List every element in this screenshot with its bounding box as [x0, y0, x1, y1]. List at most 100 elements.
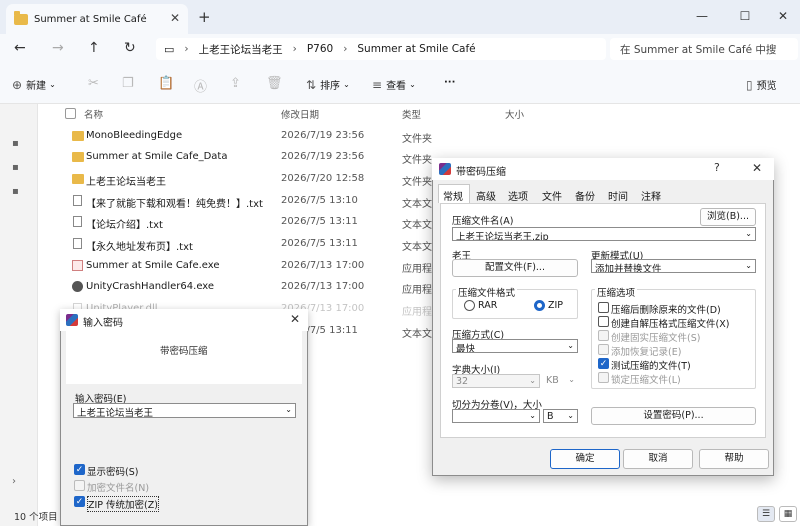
- lock-archive-checkbox[interactable]: [598, 372, 609, 383]
- paste-icon[interactable]: 📋: [158, 76, 174, 91]
- tab-backup[interactable]: 备份: [575, 188, 595, 203]
- select-all-checkbox[interactable]: [65, 108, 76, 119]
- encrypt-filenames-checkbox[interactable]: [74, 480, 85, 491]
- cut-icon[interactable]: ✂: [88, 76, 99, 91]
- folder-icon: [14, 10, 28, 25]
- more-options-button[interactable]: ···: [444, 77, 455, 88]
- new-label: 新建: [26, 81, 47, 92]
- split-unit-select[interactable]: B ⌄: [543, 409, 578, 423]
- refresh-icon[interactable]: ↻: [124, 40, 136, 56]
- tab-summer-at-smile-cafe[interactable]: Summer at Smile Café ✕: [6, 4, 188, 34]
- dictionary-unit-select[interactable]: KB ⌄: [543, 374, 578, 388]
- update-mode-value: 添加并替换文件: [595, 264, 662, 273]
- zip-legacy-encryption-checkbox[interactable]: ✓: [74, 496, 85, 507]
- close-tab-icon[interactable]: ✕: [170, 11, 180, 25]
- file-date: 2026/7/5 13:11: [281, 216, 358, 227]
- breadcrumb-item[interactable]: 上老王论坛当老王: [199, 42, 283, 57]
- close-icon[interactable]: ✕: [290, 312, 300, 326]
- help-icon[interactable]: ?: [714, 161, 720, 174]
- delete-icon[interactable]: 🗑: [266, 76, 283, 91]
- dictionary-size-value: 32: [456, 376, 469, 387]
- chevron-down-icon[interactable]: ⌄: [529, 376, 536, 385]
- password-input[interactable]: 上老王论坛当老王 ⌄: [73, 403, 296, 419]
- help-button[interactable]: 帮助: [699, 449, 769, 469]
- minimize-icon[interactable]: —: [692, 6, 712, 26]
- ok-button[interactable]: 确定: [550, 449, 620, 469]
- tab-options[interactable]: 选项: [508, 188, 528, 203]
- chevron-down-icon[interactable]: ⌄: [567, 411, 574, 420]
- recovery-record-label: 添加恢复记录(E): [611, 347, 682, 358]
- new-button[interactable]: ⊕ 新建 ⌄: [12, 77, 56, 93]
- tab-time[interactable]: 时间: [608, 188, 628, 203]
- address-bar[interactable]: ▭ › 上老王论坛当老王 › P760 › Summer at Smile Ca…: [156, 38, 606, 60]
- dictionary-unit-value: KB: [546, 375, 559, 386]
- split-volumes-input[interactable]: ⌄: [452, 409, 540, 423]
- close-window-icon[interactable]: ✕: [773, 6, 793, 26]
- chevron-down-icon[interactable]: ⌄: [529, 411, 536, 420]
- forward-arrow-icon[interactable]: →: [52, 40, 64, 56]
- back-arrow-icon[interactable]: ←: [14, 40, 26, 56]
- archive-name-input[interactable]: 上老王论坛当老王.zip ⌄: [452, 227, 756, 241]
- test-archived-checkbox[interactable]: ✓: [598, 358, 609, 369]
- cancel-button[interactable]: 取消: [623, 449, 693, 469]
- delete-after-archiving-label: 压缩后删除原来的文件(D): [611, 305, 721, 316]
- details-view-icon[interactable]: ☰: [757, 506, 775, 522]
- chevron-right-icon[interactable]: ›: [12, 476, 16, 487]
- chevron-down-icon[interactable]: ⌄: [285, 405, 292, 414]
- file-name: Summer at Smile Cafe.exe: [86, 260, 220, 271]
- password-dialog-title: 输入密码: [83, 318, 123, 329]
- show-password-checkbox[interactable]: ✓: [74, 464, 85, 475]
- nav-pin-icon[interactable]: ▪: [12, 162, 19, 173]
- thumbnail-view-icon[interactable]: ▦: [779, 506, 797, 522]
- tab-general[interactable]: 常规: [443, 188, 463, 203]
- chevron-down-icon[interactable]: ⌄: [567, 341, 574, 350]
- recovery-record-checkbox[interactable]: [598, 344, 609, 355]
- rename-icon[interactable]: Ⓐ: [194, 76, 207, 95]
- maximize-icon[interactable]: ☐: [735, 6, 755, 26]
- dictionary-size-select[interactable]: 32 ⌄: [452, 374, 540, 388]
- close-icon[interactable]: ✕: [752, 161, 762, 175]
- new-tab-button[interactable]: +: [198, 8, 211, 26]
- search-input[interactable]: 在 Summer at Smile Café 中搜: [610, 38, 798, 60]
- chevron-down-icon[interactable]: ⌄: [745, 229, 752, 238]
- file-date: 2026/7/20 12:58: [281, 173, 365, 184]
- column-name[interactable]: 名称: [84, 107, 103, 121]
- browse-button[interactable]: 浏览(B)...: [700, 208, 756, 226]
- test-archived-label: 测试压缩的文件(T): [611, 361, 691, 372]
- breadcrumb-item[interactable]: Summer at Smile Café: [357, 43, 475, 55]
- folder-icon: [72, 152, 84, 162]
- file-name: UnityCrashHandler64.exe: [86, 281, 215, 292]
- sort-button[interactable]: ⇅ 排序 ⌄: [306, 77, 350, 93]
- breadcrumb-item[interactable]: P760: [307, 43, 333, 55]
- copy-icon[interactable]: ❐: [122, 76, 134, 91]
- nav-pin-icon[interactable]: ▪: [12, 186, 19, 197]
- delete-after-archiving-checkbox[interactable]: [598, 302, 609, 313]
- archive-dialog-title: 带密码压缩: [456, 167, 506, 178]
- tab-advanced[interactable]: 高级: [476, 188, 496, 203]
- update-mode-select[interactable]: 添加并替换文件 ⌄: [591, 259, 756, 273]
- format-rar-radio[interactable]: [464, 300, 475, 311]
- tab-comment[interactable]: 注释: [641, 188, 661, 203]
- up-arrow-icon[interactable]: ↑: [88, 40, 100, 56]
- chevron-down-icon: ⌄: [409, 80, 416, 89]
- format-zip-radio[interactable]: [534, 300, 545, 311]
- preview-button[interactable]: ▯ 预览: [746, 77, 777, 93]
- compression-method-select[interactable]: 最快 ⌄: [452, 339, 578, 353]
- chevron-down-icon[interactable]: ⌄: [745, 261, 752, 270]
- column-type[interactable]: 类型: [402, 107, 421, 121]
- folder-icon: [72, 131, 84, 141]
- column-size[interactable]: 大小: [505, 107, 524, 121]
- create-solid-checkbox[interactable]: [598, 330, 609, 341]
- profiles-button[interactable]: 配置文件(F)...: [452, 259, 578, 277]
- view-button[interactable]: ≡ 查看 ⌄: [372, 77, 416, 93]
- share-icon[interactable]: ⇪: [230, 76, 241, 91]
- column-date[interactable]: 修改日期: [281, 107, 319, 121]
- file-date: 2026/7/5 13:10: [281, 195, 358, 206]
- chevron-down-icon[interactable]: ⌄: [568, 375, 575, 384]
- tab-files[interactable]: 文件: [542, 188, 562, 203]
- set-password-button[interactable]: 设置密码(P)...: [591, 407, 756, 425]
- status-item-count: 10 个项目: [14, 512, 58, 523]
- create-sfx-checkbox[interactable]: [598, 316, 609, 327]
- nav-pin-icon[interactable]: ▪: [12, 138, 19, 149]
- file-name: 【来了就能下载和观看！纯免费！】.txt: [86, 199, 263, 210]
